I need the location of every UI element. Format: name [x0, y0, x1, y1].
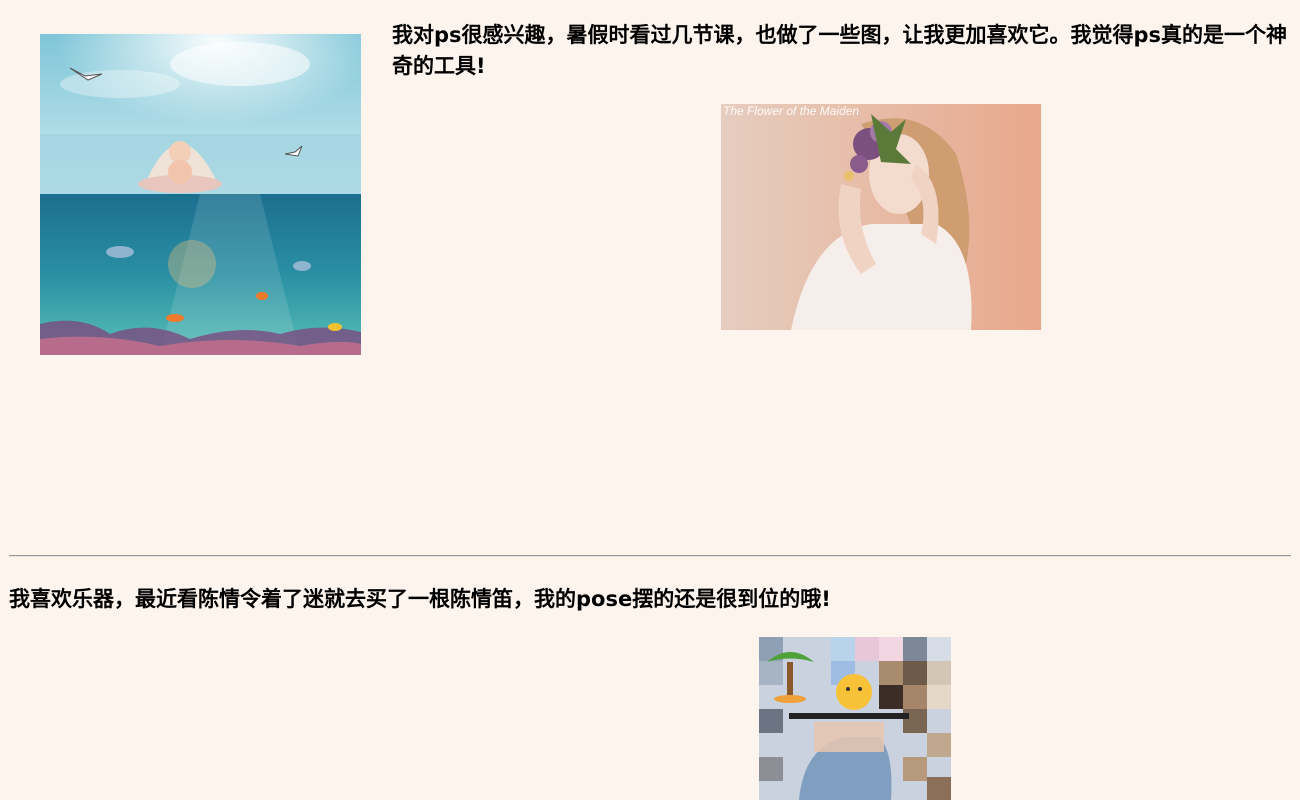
ps-intro-paragraph: 我对ps很感兴趣，暑假时看过几节课，也做了一些图，让我更加喜欢它。我觉得ps真的… [392, 23, 1288, 78]
section-divider [9, 555, 1291, 557]
maiden-image-caption: The Flower of the Maiden [723, 104, 860, 118]
ocean-shell-baby-image [40, 34, 361, 355]
page: 我对ps很感兴趣，暑假时看过几节课，也做了一些图，让我更加喜欢它。我觉得ps真的… [0, 0, 1300, 800]
flute-pose-image [759, 637, 951, 800]
music-paragraph: 我喜欢乐器，最近看陈情令着了迷就去买了一根陈情笛，我的pose摆的还是很到位的哦… [9, 587, 831, 611]
flower-maiden-image: The Flower of the Maiden [721, 104, 1041, 330]
